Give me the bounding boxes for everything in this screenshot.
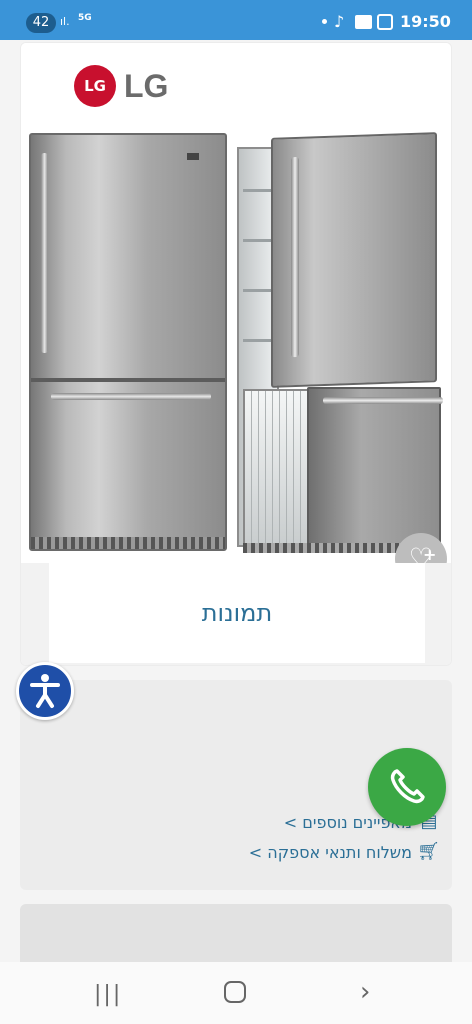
signal-icon: ıl.	[60, 15, 70, 28]
tiktok-icon: ♪	[334, 12, 345, 31]
brand-logo: LG LG	[74, 65, 168, 107]
fridge-grille	[31, 537, 225, 549]
network-type-label: 5G	[78, 13, 92, 23]
notification-dot	[322, 19, 327, 24]
clock: 19:50	[400, 12, 451, 31]
fridge-closed-illustration	[29, 133, 227, 551]
fridge-handle	[41, 153, 48, 353]
delivery-terms-label: משלוח ותנאי אספקה >	[248, 842, 412, 862]
freezer-handle	[51, 393, 211, 400]
call-button[interactable]	[368, 748, 446, 826]
fridge-open-illustration	[237, 132, 443, 553]
delivery-terms-link[interactable]: 🛒︎ משלוח ותנאי אספקה >	[249, 842, 440, 862]
recent-apps-icon[interactable]: |||	[94, 982, 122, 1007]
phone-icon	[390, 769, 425, 804]
product-card: LG LG ♡ + תמונות	[20, 42, 452, 666]
fridge-badge	[187, 153, 199, 160]
screenshot-icon	[377, 14, 393, 30]
system-navigation-bar: ||| ›	[0, 962, 472, 1024]
fridge-open-door	[271, 132, 437, 388]
fridge-split	[31, 378, 225, 382]
mail-icon	[355, 15, 372, 29]
freezer-interior	[243, 389, 313, 547]
accessibility-button[interactable]	[16, 662, 74, 720]
fridge-handle	[291, 156, 299, 358]
freezer-handle	[323, 397, 443, 404]
product-image[interactable]: LG LG	[21, 43, 451, 563]
lg-emblem: LG	[74, 65, 116, 107]
status-bar: 42 ıl. 5G ♪ 19:50	[0, 0, 472, 40]
delivery-cart-icon: 🛒︎	[417, 841, 440, 862]
plus-icon: +	[423, 545, 437, 564]
notification-count-badge: 42	[26, 13, 56, 33]
home-icon[interactable]	[224, 981, 246, 1003]
back-chevron-icon[interactable]: ›	[360, 977, 370, 1007]
gallery-strip: תמונות	[21, 563, 451, 665]
gallery-tab[interactable]: תמונות	[49, 563, 425, 663]
brand-logo-text: LG	[124, 67, 169, 104]
accessibility-icon	[30, 674, 60, 708]
freezer-drawer	[307, 387, 443, 549]
gallery-label: תמונות	[201, 599, 273, 627]
